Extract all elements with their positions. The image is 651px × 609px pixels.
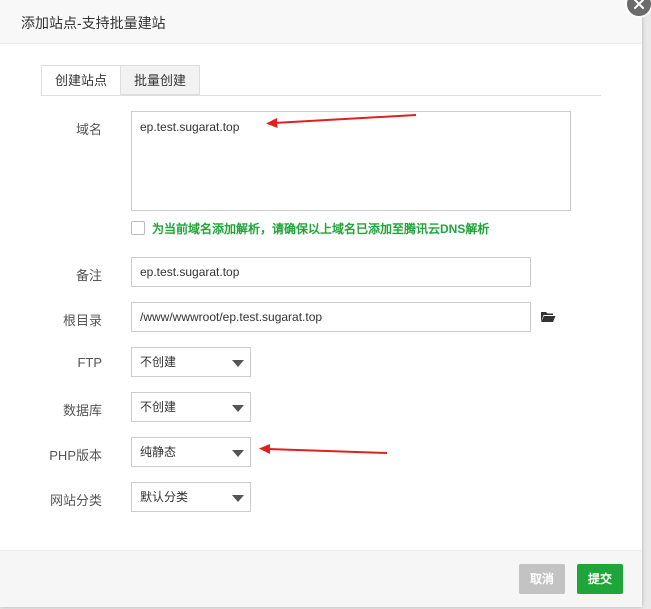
dns-resolve-checkbox-label[interactable]: 为当前域名添加解析，请确保以上域名已添加至腾讯云DNS解析: [152, 220, 489, 237]
root-dir-label: 根目录: [62, 313, 102, 328]
chevron-down-icon: [232, 450, 244, 457]
ftp-selected-value: 不创建: [140, 355, 177, 369]
chevron-down-icon: [232, 405, 244, 412]
database-select[interactable]: 不创建: [131, 392, 251, 422]
database-label: 数据库: [62, 403, 102, 418]
php-version-select[interactable]: 纯静态: [131, 437, 251, 467]
annotation-arrow-domain: [266, 114, 417, 128]
tab-bar: 创建站点 批量创建: [41, 65, 601, 96]
chevron-down-icon: [232, 360, 244, 367]
dns-resolve-checkbox[interactable]: [131, 221, 145, 235]
tab-create-site[interactable]: 创建站点: [41, 65, 121, 95]
close-icon: [634, 0, 644, 9]
dialog-title: 添加站点-支持批量建站: [21, 15, 166, 31]
remark-label: 备注: [75, 268, 102, 283]
cancel-button[interactable]: 取消: [519, 564, 565, 594]
annotation-arrow-php: [259, 444, 388, 454]
root-dir-input[interactable]: /www/wwwroot/ep.test.sugarat.top: [131, 302, 531, 332]
tab-batch-create[interactable]: 批量创建: [120, 65, 200, 95]
dialog-titlebar: 添加站点-支持批量建站: [0, 0, 642, 44]
folder-open-icon[interactable]: [540, 311, 556, 326]
site-category-selected-value: 默认分类: [140, 490, 189, 504]
domain-label: 域名: [75, 122, 102, 137]
domain-value: ep.test.sugarat.top: [140, 120, 240, 134]
site-category-select[interactable]: 默认分类: [131, 482, 251, 512]
remark-value: ep.test.sugarat.top: [140, 265, 240, 279]
php-version-selected-value: 纯静态: [140, 445, 177, 459]
site-category-label: 网站分类: [49, 493, 102, 508]
remark-input[interactable]: ep.test.sugarat.top: [131, 257, 531, 287]
php-version-label: PHP版本: [49, 448, 102, 463]
ftp-label: FTP: [77, 355, 102, 370]
chevron-down-icon: [232, 495, 244, 502]
add-site-dialog: 添加站点-支持批量建站 创建站点 批量创建 域名 ep.test.sugarat…: [0, 0, 642, 607]
database-selected-value: 不创建: [140, 400, 177, 414]
dialog-footer: 取消 提交: [0, 550, 642, 607]
ftp-select[interactable]: 不创建: [131, 347, 251, 377]
submit-button[interactable]: 提交: [577, 564, 623, 594]
root-dir-value: /www/wwwroot/ep.test.sugarat.top: [140, 310, 323, 324]
